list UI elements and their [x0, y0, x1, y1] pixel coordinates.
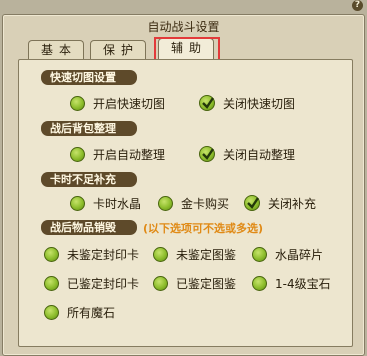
radio-icon[interactable] [44, 275, 59, 291]
option-bag-sort-off[interactable]: 关闭自动整理 [199, 145, 295, 163]
help-icon[interactable]: ? [352, 0, 363, 11]
option-crystal-shards[interactable]: 水晶碎片 [252, 245, 323, 263]
option-label: 卡时水晶 [93, 196, 142, 211]
radio-icon[interactable] [252, 246, 267, 262]
option-no-refill[interactable]: 关闭补充 [244, 194, 316, 212]
checkmark-icon[interactable] [244, 195, 260, 211]
radio-icon[interactable] [70, 146, 85, 162]
option-label: 金卡购买 [181, 196, 230, 211]
option-label: 关闭快速切图 [223, 96, 296, 111]
option-bag-sort-on[interactable]: 开启自动整理 [70, 145, 165, 163]
section-header-fast-map: 快速切图设置 [41, 70, 137, 85]
radio-icon[interactable] [70, 95, 85, 111]
option-label: 水晶碎片 [275, 247, 324, 262]
option-unid-seal-card[interactable]: 未鉴定封印卡 [44, 245, 139, 263]
option-id-seal-card[interactable]: 已鉴定封印卡 [44, 274, 139, 292]
radio-icon[interactable] [153, 246, 168, 262]
option-label: 关闭自动整理 [223, 147, 296, 162]
option-id-atlas[interactable]: 已鉴定图鉴 [153, 274, 236, 292]
section-header-destroy-items: 战后物品销毁 [41, 220, 137, 235]
checkmark-icon[interactable] [199, 95, 215, 111]
option-label: 未鉴定图鉴 [176, 247, 237, 262]
option-label: 未鉴定封印卡 [67, 247, 140, 262]
radio-icon[interactable] [158, 195, 173, 211]
option-gems-1-4[interactable]: 1-4级宝石 [252, 274, 331, 292]
option-all-magic-stones[interactable]: 所有魔石 [44, 303, 115, 321]
option-crystal[interactable]: 卡时水晶 [70, 194, 141, 212]
option-label: 开启自动整理 [93, 147, 166, 162]
tab-basic[interactable]: 基本 [28, 40, 84, 60]
radio-icon[interactable] [44, 304, 59, 320]
option-label: 开启快速切图 [93, 96, 166, 111]
window-title: 自动战斗设置 [147, 20, 220, 34]
radio-icon[interactable] [44, 246, 59, 262]
option-gold-card[interactable]: 金卡购买 [158, 194, 229, 212]
radio-icon[interactable] [70, 195, 85, 211]
section-header-bag-sort: 战后背包整理 [41, 121, 137, 136]
option-label: 所有魔石 [67, 305, 116, 320]
tab-protect[interactable]: 保护 [90, 40, 146, 60]
multi-select-note: (以下选项可不选或多选) [143, 222, 264, 235]
option-fast-map-off[interactable]: 关闭快速切图 [199, 94, 295, 112]
checkmark-icon[interactable] [199, 146, 215, 162]
radio-icon[interactable] [153, 275, 168, 291]
option-unid-atlas[interactable]: 未鉴定图鉴 [153, 245, 236, 263]
radio-icon[interactable] [252, 275, 267, 291]
option-label: 1-4级宝石 [275, 276, 331, 291]
option-label: 关闭补充 [268, 196, 317, 211]
option-label: 已鉴定图鉴 [176, 276, 237, 291]
section-header-card-time: 卡时不足补充 [41, 172, 137, 187]
option-label: 已鉴定封印卡 [67, 276, 140, 291]
option-fast-map-on[interactable]: 开启快速切图 [70, 94, 165, 112]
